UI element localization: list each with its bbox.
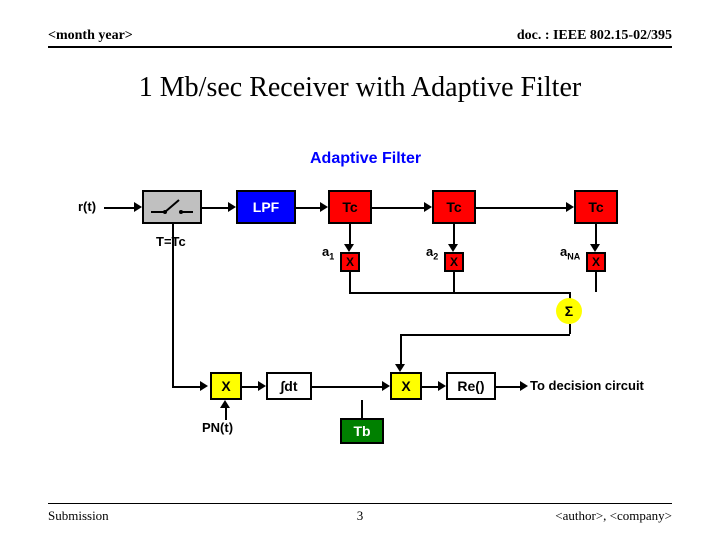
wire bbox=[349, 272, 351, 292]
wire bbox=[595, 272, 597, 292]
wire bbox=[400, 334, 402, 368]
delay-tc-2-block: Tc bbox=[432, 190, 476, 224]
input-r-label: r(t) bbox=[78, 199, 96, 214]
wire bbox=[496, 386, 522, 388]
integrator-block: ∫dt bbox=[266, 372, 312, 400]
period-tc-label: T=Tc bbox=[156, 234, 186, 249]
footer-right: <author>, <company> bbox=[555, 508, 672, 524]
wire bbox=[595, 224, 597, 246]
arrow-icon bbox=[200, 381, 208, 391]
wire bbox=[172, 224, 174, 386]
wire bbox=[361, 400, 363, 418]
tap-a1-label: a1 bbox=[322, 244, 334, 262]
wire bbox=[104, 207, 136, 209]
delay-tc-n-block: Tc bbox=[574, 190, 618, 224]
arrow-icon bbox=[424, 202, 432, 212]
wire bbox=[296, 207, 322, 209]
wire bbox=[476, 207, 568, 209]
wire bbox=[225, 406, 227, 420]
switch-icon bbox=[149, 194, 195, 220]
wire bbox=[453, 272, 455, 292]
arrow-icon bbox=[566, 202, 574, 212]
footer-rule bbox=[48, 503, 672, 504]
wire bbox=[312, 386, 384, 388]
pn-mult-block: X bbox=[210, 372, 242, 400]
tap-mult-1-block: X bbox=[340, 252, 360, 272]
tb-block: Tb bbox=[340, 418, 384, 444]
wire bbox=[569, 324, 571, 334]
wire bbox=[172, 386, 202, 388]
slide-page: <month year> doc. : IEEE 802.15-02/395 1… bbox=[0, 0, 720, 540]
sampler-block bbox=[142, 190, 202, 224]
tap-an-label: aNA bbox=[560, 244, 580, 262]
arrow-icon bbox=[344, 244, 354, 252]
tap-mult-n-block: X bbox=[586, 252, 606, 272]
wire bbox=[453, 224, 455, 246]
summer-block: Σ bbox=[556, 298, 582, 324]
tap-mult-2-block: X bbox=[444, 252, 464, 272]
arrow-icon bbox=[134, 202, 142, 212]
arrow-icon bbox=[395, 364, 405, 372]
real-part-block: Re() bbox=[446, 372, 496, 400]
wire bbox=[202, 207, 230, 209]
corr-mult-block: X bbox=[390, 372, 422, 400]
output-label: To decision circuit bbox=[530, 378, 644, 393]
wire bbox=[349, 292, 569, 294]
arrow-icon bbox=[320, 202, 328, 212]
pn-label: PN(t) bbox=[202, 420, 233, 435]
arrow-icon bbox=[438, 381, 446, 391]
wire bbox=[372, 207, 426, 209]
arrow-icon bbox=[220, 400, 230, 408]
tap-a2-label: a2 bbox=[426, 244, 438, 262]
delay-tc-1-block: Tc bbox=[328, 190, 372, 224]
lpf-block: LPF bbox=[236, 190, 296, 224]
arrow-icon bbox=[448, 244, 458, 252]
arrow-icon bbox=[258, 381, 266, 391]
adaptive-filter-label: Adaptive Filter bbox=[310, 150, 421, 168]
arrow-icon bbox=[382, 381, 390, 391]
wire bbox=[400, 334, 570, 336]
wire bbox=[349, 224, 351, 246]
arrow-icon bbox=[228, 202, 236, 212]
block-diagram: Adaptive Filter r(t) T=Tc LPF Tc Tc Tc bbox=[0, 0, 720, 540]
arrow-icon bbox=[520, 381, 528, 391]
arrow-icon bbox=[590, 244, 600, 252]
